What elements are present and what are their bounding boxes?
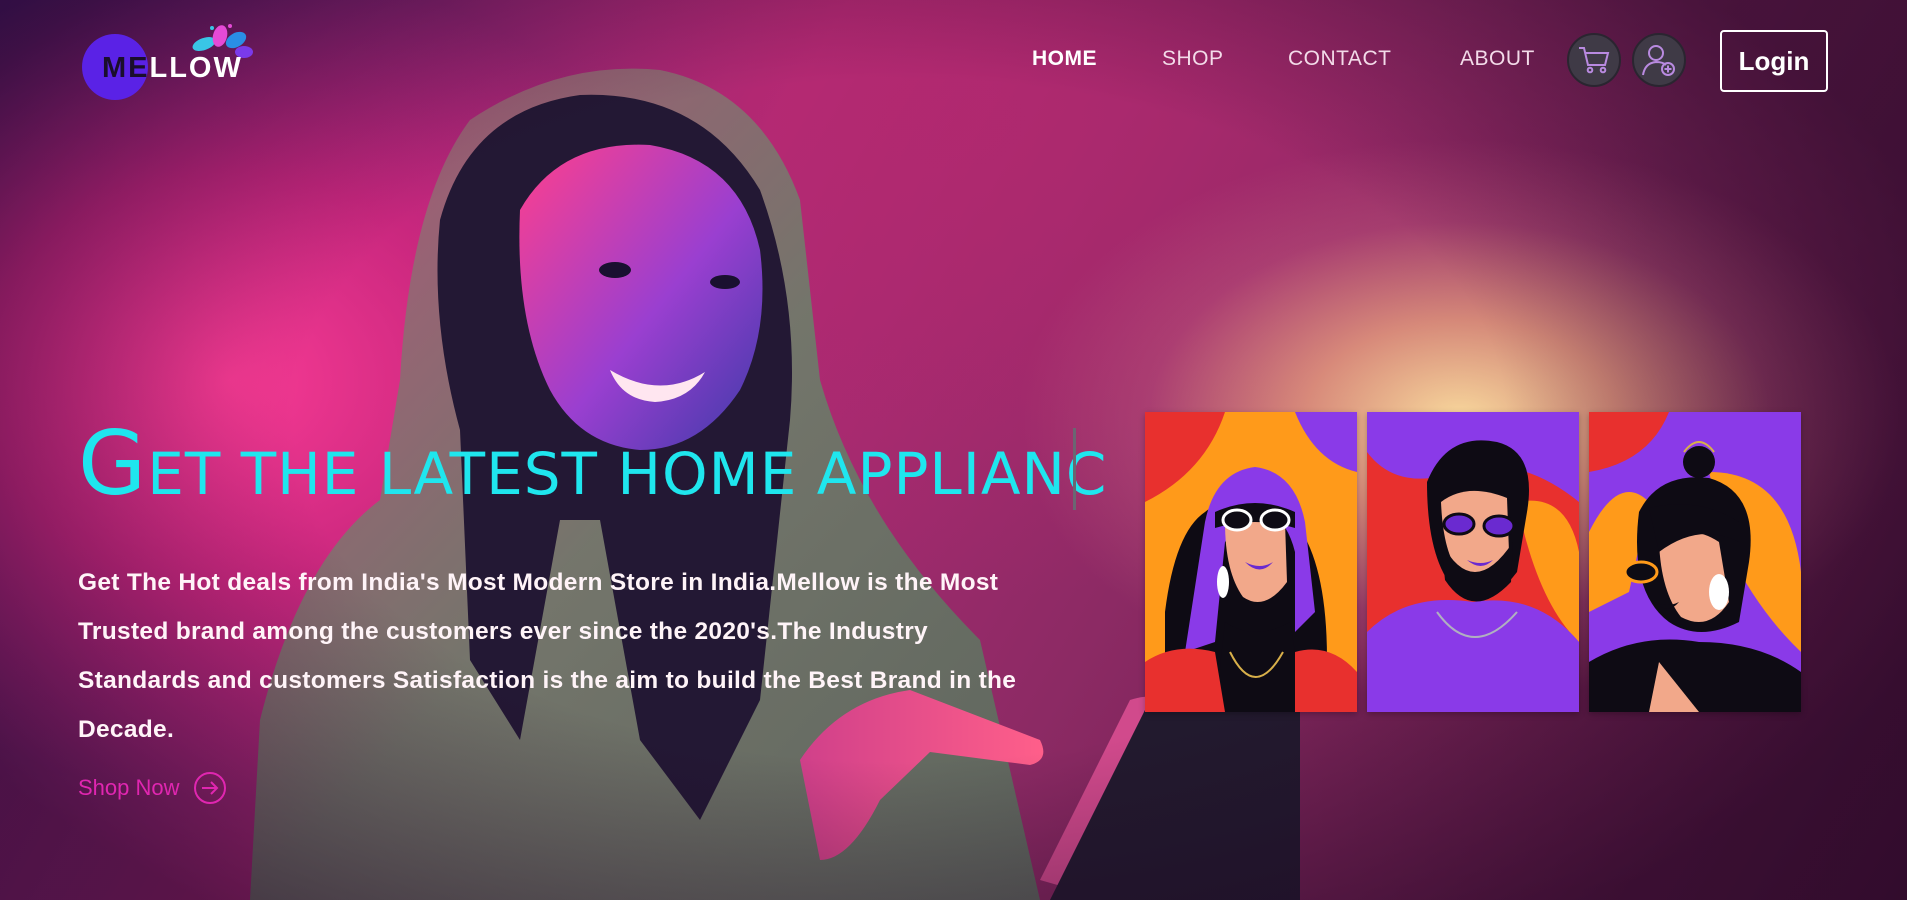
nav-item-about[interactable]: ABOUT (1460, 47, 1535, 71)
art-panel-woman-bun[interactable] (1589, 412, 1801, 712)
art-panel-woman-sunglasses[interactable] (1145, 412, 1357, 712)
brand-logo[interactable]: MELLOW (80, 22, 260, 102)
shop-now-link[interactable]: Shop Now (78, 772, 226, 804)
shop-now-label: Shop Now (78, 775, 180, 800)
typing-caret (1073, 428, 1076, 510)
hero-description: Get The Hot deals from India's Most Mode… (78, 569, 1017, 743)
logo-wordmark: MELLOW (102, 52, 243, 85)
headline-first-letter: G (78, 412, 148, 515)
cart-button[interactable] (1567, 33, 1621, 87)
hero-section: MELLOW HOME SHOP CONTACT ABOUT Login GET… (0, 0, 1907, 900)
login-button[interactable]: Login (1720, 30, 1828, 92)
user-account-button[interactable] (1632, 33, 1686, 87)
shopping-cart-icon (1579, 47, 1610, 74)
hero-headline: GET THE LATEST HOME APPLIANC (78, 412, 1107, 515)
nav-item-shop[interactable]: SHOP (1162, 47, 1224, 71)
logo-text-dark: ME (102, 52, 150, 84)
add-user-icon (1642, 45, 1675, 76)
art-panel-man-beard[interactable] (1367, 412, 1579, 712)
headline-text: ET THE LATEST HOME APPLIANC (147, 440, 1108, 508)
logo-text-light: LLOW (149, 52, 243, 84)
nav-item-contact[interactable]: CONTACT (1288, 47, 1391, 71)
arrow-right-circle-icon (193, 772, 226, 804)
nav-item-home[interactable]: HOME (1032, 47, 1097, 71)
